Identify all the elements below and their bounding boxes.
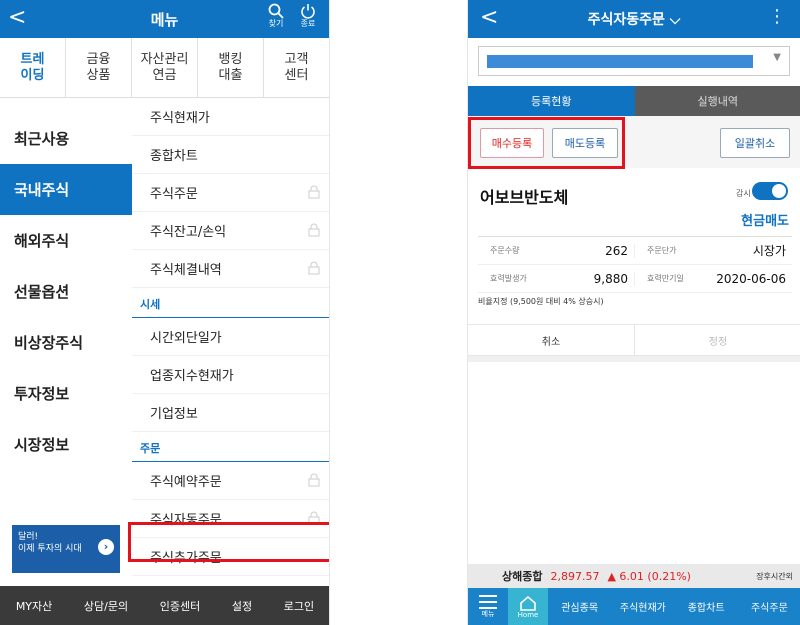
section-heading: 시세 bbox=[132, 288, 329, 318]
lock-icon bbox=[308, 185, 320, 199]
sell-register-button[interactable]: 매도등록 bbox=[552, 128, 618, 158]
nav-order[interactable]: 주식주문 bbox=[738, 599, 800, 614]
arrow-right-icon: › bbox=[98, 539, 114, 555]
buy-register-button[interactable]: 매수등록 bbox=[480, 128, 544, 158]
submenu-item-auto-order[interactable]: 주식자동주문 bbox=[132, 500, 329, 538]
modify-button[interactable]: 정정 bbox=[635, 325, 800, 355]
sidebar-item-investinfo[interactable]: 투자정보 bbox=[0, 368, 132, 419]
dropdown-icon: ▼ bbox=[773, 52, 781, 63]
account-select[interactable]: ▼ bbox=[478, 46, 790, 76]
menu-header: < 메뉴 찾기 종료 bbox=[0, 0, 329, 38]
nav-watchlist[interactable]: 관심종목 bbox=[548, 599, 611, 614]
chevron-down-icon: ⌵ bbox=[669, 12, 681, 28]
order-price: 시장가 bbox=[752, 244, 786, 258]
expire-date: 2020-06-06 bbox=[716, 271, 786, 286]
lock-icon bbox=[308, 511, 320, 525]
tab-registered[interactable]: 등록현황 bbox=[468, 86, 635, 116]
footer-cert[interactable]: 인증센터 bbox=[160, 598, 200, 614]
power-button[interactable]: 종료 bbox=[294, 3, 322, 28]
order-details: 주문수량 262 주문단가 시장가 효력발생가 9,880 효력만기일 2020-06-… bbox=[478, 236, 792, 293]
power-icon bbox=[301, 4, 315, 19]
sidebar-item-futures[interactable]: 선물옵션 bbox=[0, 266, 132, 317]
watch-label: 감시 bbox=[736, 189, 751, 198]
submenu-item[interactable]: 종합차트 bbox=[132, 136, 329, 174]
auto-order-screen: < 주식자동주문 ⌵ ⋮ ▼ 등록현황 실행내역 매수등록 매도등록 일괄취소 … bbox=[467, 0, 800, 625]
submenu-item[interactable]: 주식주문 bbox=[132, 174, 329, 212]
submenu-item[interactable]: 주식현재가 bbox=[132, 98, 329, 136]
sidebar-item-unlisted[interactable]: 비상장주식 bbox=[0, 317, 132, 368]
trigger-price: 9,880 bbox=[593, 271, 628, 286]
index-change: ▲ 6.01 (0.21%) bbox=[607, 569, 691, 583]
section-heading: 주문 bbox=[132, 432, 329, 462]
footer-consult[interactable]: 상담/문의 bbox=[84, 598, 128, 614]
menu-screen: < 메뉴 찾기 종료 트레 이딩 금융 상품 자산관리 연금 뱅킹 대출 고객 … bbox=[0, 0, 330, 625]
index-name: 상해종합 bbox=[502, 570, 543, 583]
submenu-item[interactable]: 주식추가주문 bbox=[132, 538, 329, 576]
home-icon bbox=[520, 595, 536, 611]
nav-chart[interactable]: 종합차트 bbox=[675, 599, 738, 614]
cancel-button[interactable]: 취소 bbox=[468, 325, 635, 355]
lock-icon bbox=[308, 473, 320, 487]
order-qty: 262 bbox=[605, 243, 628, 258]
submenu-item[interactable]: 시간외단일가 bbox=[132, 318, 329, 356]
footer-myasset[interactable]: MY자산 bbox=[16, 598, 52, 614]
category-banking[interactable]: 뱅킹 대출 bbox=[198, 38, 264, 97]
nav-quote[interactable]: 주식현재가 bbox=[611, 599, 674, 614]
submenu-item[interactable]: 업종지수현재가 bbox=[132, 356, 329, 394]
promo-banner[interactable]: 달러! 이제 투자의 시대 › bbox=[12, 525, 120, 573]
search-icon bbox=[268, 3, 284, 19]
condition-note: 비율지정 (9,500원 대비 4% 상승시) bbox=[478, 297, 604, 306]
category-tabs: 트레 이딩 금융 상품 자산관리 연금 뱅킹 대출 고객 센터 bbox=[0, 38, 329, 98]
lock-icon bbox=[308, 261, 320, 275]
sidebar-item-marketinfo[interactable]: 시장정보 bbox=[0, 419, 132, 470]
screen-title: 주식자동주문 bbox=[587, 12, 665, 28]
order-actions: 취소 정정 bbox=[468, 324, 800, 356]
category-products[interactable]: 금융 상품 bbox=[66, 38, 132, 97]
tab-executed[interactable]: 실행내역 bbox=[634, 86, 800, 116]
order-type: 현금매도 bbox=[741, 214, 789, 229]
index-value: 2,897.57 bbox=[550, 569, 600, 583]
sidebar-item-domestic[interactable]: 국내주식 bbox=[0, 164, 132, 215]
home-button[interactable]: Home bbox=[508, 588, 548, 625]
submenu-item[interactable]: 주식체결내역 bbox=[132, 250, 329, 288]
divider bbox=[468, 356, 800, 362]
cancel-all-button[interactable]: 일괄취소 bbox=[720, 128, 790, 158]
submenu-item[interactable]: 주식예약주문 bbox=[132, 462, 329, 500]
category-asset[interactable]: 자산관리 연금 bbox=[132, 38, 198, 97]
status-tabs: 등록현황 실행내역 bbox=[468, 86, 800, 116]
action-toolbar: 매수등록 매도등록 일괄취소 bbox=[468, 116, 800, 168]
sidebar-item-overseas[interactable]: 해외주식 bbox=[0, 215, 132, 266]
more-vert-icon[interactable]: ⋮ bbox=[768, 6, 786, 27]
search-button[interactable]: 찾기 bbox=[262, 3, 290, 28]
watch-toggle[interactable] bbox=[752, 182, 788, 200]
submenu-item[interactable]: 주식잔고/손익 bbox=[132, 212, 329, 250]
market-ticker[interactable]: 상해종합 2,897.57 ▲ 6.01 (0.21%) 장후시간외 bbox=[468, 564, 800, 588]
footer-settings[interactable]: 설정 bbox=[232, 598, 252, 614]
sidebar: 최근사용 국내주식 해외주식 선물옵션 비상장주식 투자정보 시장정보 bbox=[0, 113, 132, 470]
account-value bbox=[487, 55, 753, 68]
bottom-nav: 메뉴 Home 관심종목 주식현재가 종합차트 주식주문 bbox=[468, 588, 800, 625]
stock-name: 어보브반도체 bbox=[480, 188, 569, 207]
submenu-item[interactable]: 기업정보 bbox=[132, 394, 329, 432]
bottom-bar: MY자산 상담/문의 인증센터 설정 로그인 bbox=[0, 586, 329, 625]
lock-icon bbox=[308, 223, 320, 237]
submenu: 주식현재가 종합차트 주식주문 주식잔고/손익 주식체결내역 시세 시간외단일가… bbox=[132, 98, 329, 576]
session-label: 장후시간외 bbox=[756, 571, 793, 581]
menu-button[interactable]: 메뉴 bbox=[468, 588, 508, 625]
footer-login[interactable]: 로그인 bbox=[284, 598, 314, 614]
auto-order-header: < 주식자동주문 ⌵ ⋮ bbox=[468, 0, 800, 38]
sidebar-item-recent[interactable]: 최근사용 bbox=[0, 113, 132, 164]
category-support[interactable]: 고객 센터 bbox=[264, 38, 329, 97]
hamburger-icon bbox=[479, 594, 497, 609]
category-trading[interactable]: 트레 이딩 bbox=[0, 38, 66, 97]
